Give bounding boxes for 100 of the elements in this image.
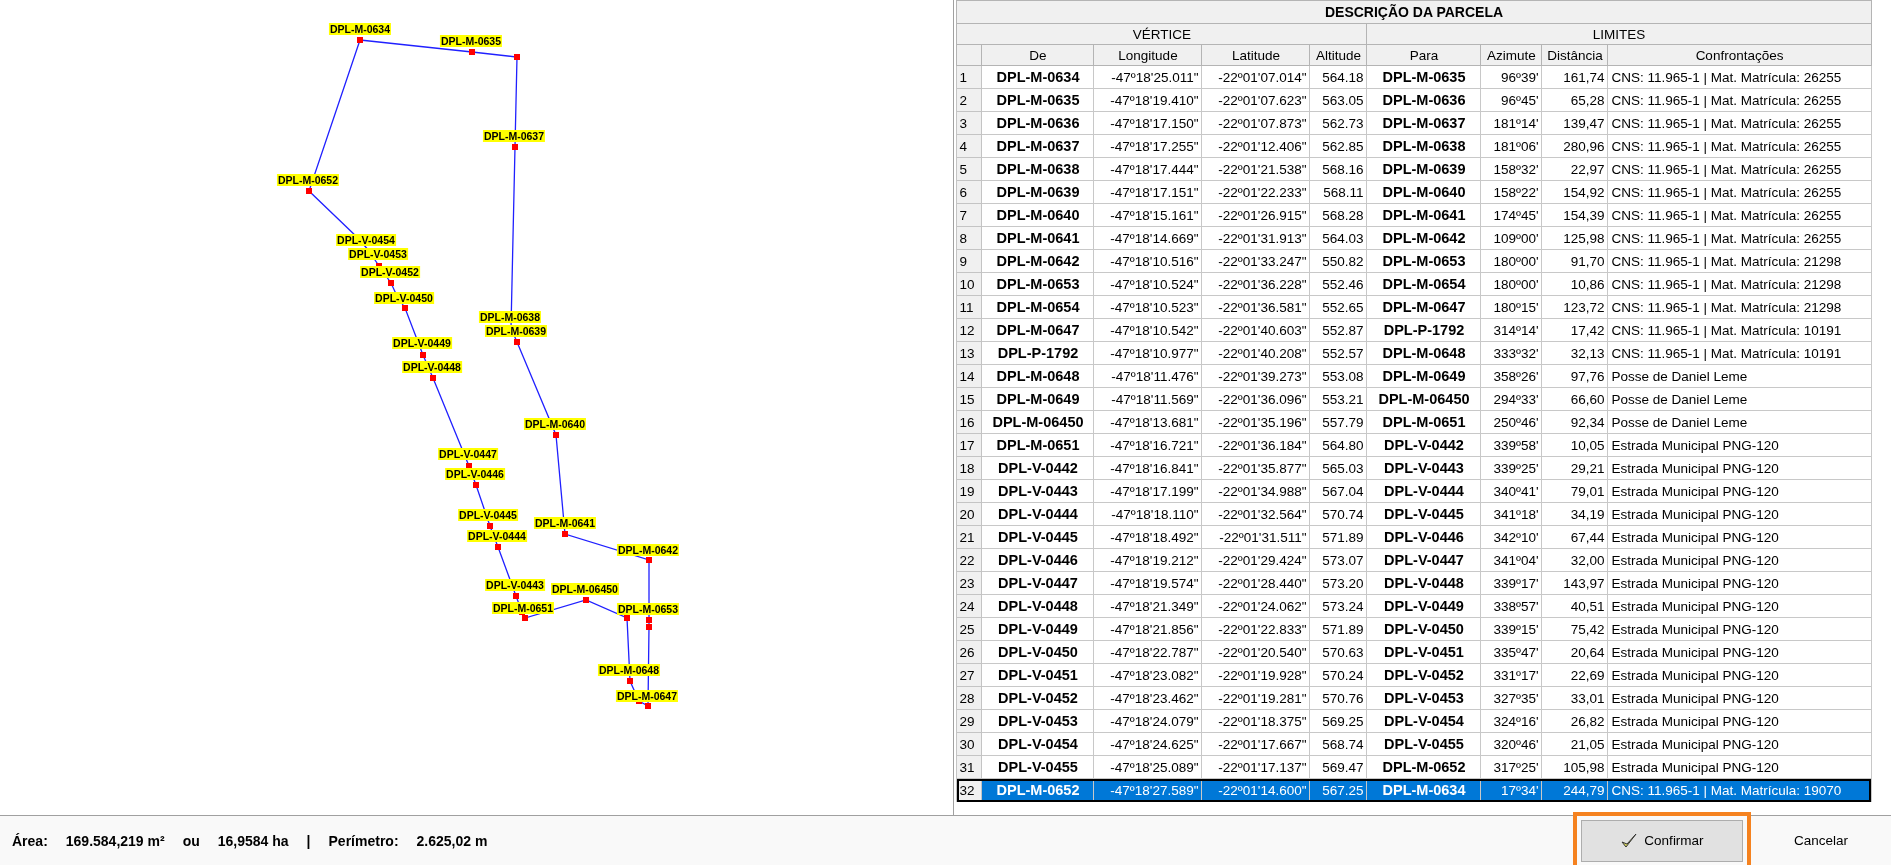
- table-row[interactable]: 21 DPL-V-0445 -47º18'18.492" -22º01'31.511" 571.89 DPL-V-0446 342º10' 67,44 Estrada Municipal PNG-120: [957, 525, 1872, 549]
- table-row[interactable]: 13 DPL-P-1792 -47º18'10.977" -22º01'40.208" 552.57 DPL-M-0648 333º32' 32,13 CNS: 11.965-1 | Mat. Matrícula: 10191: [957, 341, 1872, 365]
- table-cell: 125,98: [1542, 226, 1608, 250]
- table-cell: -22º01'22.233": [1202, 180, 1310, 204]
- table-row[interactable]: 18 DPL-V-0442 -47º18'16.841" -22º01'35.877" 565.03 DPL-V-0443 339º25' 29,21 Estrada Municipal PNG-120: [957, 456, 1872, 480]
- table-row[interactable]: 16 DPL-M-06450 -47º18'13.681" -22º01'35.196" 557.79 DPL-M-0651 250º46' 92,34 Posse de Daniel Leme: [957, 410, 1872, 434]
- row-number: 3: [957, 111, 982, 135]
- table-cell: DPL-M-0642: [982, 249, 1094, 273]
- table-cell: 327º35': [1481, 686, 1542, 710]
- table-cell: Estrada Municipal PNG-120: [1608, 525, 1872, 549]
- table-cell: 553.21: [1310, 387, 1367, 411]
- vertex-label: DPL-V-0452: [360, 266, 420, 278]
- vertex-label: DPL-M-0648: [597, 664, 661, 676]
- table-cell: 552.46: [1310, 272, 1367, 296]
- table-row[interactable]: 2 DPL-M-0635 -47º18'19.410" -22º01'07.623" 563.05 DPL-M-0636 96º45' 65,28 CNS: 11.965-1 | Mat. Matrícula: 26255: [957, 88, 1872, 112]
- row-number: 27: [957, 663, 982, 687]
- vertex-marker: [388, 280, 394, 286]
- table-row[interactable]: 22 DPL-V-0446 -47º18'19.212" -22º01'29.424" 573.07 DPL-V-0447 341º04' 32,00 Estrada Municipal PNG-120: [957, 548, 1872, 572]
- table-row[interactable]: 26 DPL-V-0450 -47º18'22.787" -22º01'20.540" 570.63 DPL-V-0451 335º47' 20,64 Estrada Municipal PNG-120: [957, 640, 1872, 664]
- table-row[interactable]: 1 DPL-M-0634 -47º18'25.011" -22º01'07.014" 564.18 DPL-M-0635 96º39' 161,74 CNS: 11.965-1 | Mat. Matrícula: 26255: [957, 65, 1872, 89]
- table-cell: -47º18'17.199": [1094, 479, 1202, 503]
- table-row[interactable]: 14 DPL-M-0648 -47º18'11.476" -22º01'39.273" 553.08 DPL-M-0649 358º26' 97,76 Posse de Daniel Leme: [957, 364, 1872, 388]
- table-cell: -22º01'12.406": [1202, 134, 1310, 158]
- table-cell: 65,28: [1542, 88, 1608, 112]
- vertex-label: DPL-V-0445: [458, 509, 518, 521]
- table-cell: Estrada Municipal PNG-120: [1608, 456, 1872, 480]
- table-cell: DPL-V-0450: [982, 640, 1094, 664]
- table-cell: -47º18'22.787": [1094, 640, 1202, 664]
- table-cell: Posse de Daniel Leme: [1608, 364, 1872, 388]
- vertex-label: DPL-V-0449: [392, 337, 452, 349]
- table-cell: 10,86: [1542, 272, 1608, 296]
- table-row[interactable]: 20 DPL-V-0444 -47º18'18.110" -22º01'32.564" 570.74 DPL-V-0445 341º18' 34,19 Estrada Municipal PNG-120: [957, 502, 1872, 526]
- table-cell: DPL-M-0638: [1367, 134, 1481, 158]
- table-row[interactable]: 28 DPL-V-0452 -47º18'23.462" -22º01'19.281" 570.76 DPL-V-0453 327º35' 33,01 Estrada Municipal PNG-120: [957, 686, 1872, 710]
- table-cell: -22º01'24.062": [1202, 594, 1310, 618]
- table-cell: Posse de Daniel Leme: [1608, 410, 1872, 434]
- vertex-label: DPL-V-0454: [336, 234, 396, 246]
- column-header[interactable]: Confrontações: [1608, 44, 1872, 66]
- table-cell: 552.65: [1310, 295, 1367, 319]
- table-cell: 158º32': [1481, 157, 1542, 181]
- vertex-label: DPL-V-0448: [402, 361, 462, 373]
- table-cell: 339º17': [1481, 571, 1542, 595]
- table-row[interactable]: 11 DPL-M-0654 -47º18'10.523" -22º01'36.581" 552.65 DPL-M-0647 180º15' 123,72 CNS: 11.965-1 | Mat. Matrícula: 21298: [957, 295, 1872, 319]
- table-cell: -47º18'23.082": [1094, 663, 1202, 687]
- table-row[interactable]: 29 DPL-V-0453 -47º18'24.079" -22º01'18.375" 569.25 DPL-V-0454 324º16' 26,82 Estrada Municipal PNG-120: [957, 709, 1872, 733]
- table-cell: DPL-P-1792: [982, 341, 1094, 365]
- row-number: 32: [957, 778, 982, 802]
- table-row[interactable]: 9 DPL-M-0642 -47º18'10.516" -22º01'33.247" 550.82 DPL-M-0653 180º00' 91,70 CNS: 11.965-1 | Mat. Matrícula: 21298: [957, 249, 1872, 273]
- table-row[interactable]: 6 DPL-M-0639 -47º18'17.151" -22º01'22.233" 568.11 DPL-M-0640 158º22' 154,92 CNS: 11.965-1 | Mat. Matrícula: 26255: [957, 180, 1872, 204]
- table-cell: 66,60: [1542, 387, 1608, 411]
- table-cell: DPL-M-0652: [1367, 755, 1481, 779]
- vertex-label: DPL-M-0653: [616, 603, 680, 615]
- table-cell: DPL-M-0654: [982, 295, 1094, 319]
- table-cell: 33,01: [1542, 686, 1608, 710]
- table-cell: Estrada Municipal PNG-120: [1608, 479, 1872, 503]
- table-cell: Estrada Municipal PNG-120: [1608, 502, 1872, 526]
- vertex-marker: [430, 375, 436, 381]
- table-cell: -22º01'22.833": [1202, 617, 1310, 641]
- table-cell: 338º57': [1481, 594, 1542, 618]
- table-row[interactable]: 4 DPL-M-0637 -47º18'17.255" -22º01'12.406" 562.85 DPL-M-0638 181º06' 280,96 CNS: 11.965-1 | Mat. Matrícula: 26255: [957, 134, 1872, 158]
- table-cell: 567.04: [1310, 479, 1367, 503]
- table-cell: -22º01'36.228": [1202, 272, 1310, 296]
- table-cell: 26,82: [1542, 709, 1608, 733]
- table-cell: DPL-M-0653: [1367, 249, 1481, 273]
- table-cell: DPL-V-0453: [1367, 686, 1481, 710]
- table-row[interactable]: 5 DPL-M-0638 -47º18'17.444" -22º01'21.538" 568.16 DPL-M-0639 158º32' 22,97 CNS: 11.965-1 | Mat. Matrícula: 26255: [957, 157, 1872, 181]
- column-group-header: LIMITES: [1367, 23, 1872, 45]
- table-cell: -22º01'34.988": [1202, 479, 1310, 503]
- table-row[interactable]: 7 DPL-M-0640 -47º18'15.161" -22º01'26.915" 568.28 DPL-M-0641 174º45' 154,39 CNS: 11.965-1 | Mat. Matrícula: 26255: [957, 203, 1872, 227]
- table-cell: 154,39: [1542, 203, 1608, 227]
- table-row[interactable]: 10 DPL-M-0653 -47º18'10.524" -22º01'36.228" 552.46 DPL-M-0654 180º00' 10,86 CNS: 11.965-1 | Mat. Matrícula: 21298: [957, 272, 1872, 296]
- table-cell: 34,19: [1542, 502, 1608, 526]
- vertex-marker: [513, 593, 519, 599]
- row-number: 22: [957, 548, 982, 572]
- table-cell: DPL-M-0651: [982, 433, 1094, 457]
- table-cell: -47º18'10.523": [1094, 295, 1202, 319]
- table-cell: -22º01'17.667": [1202, 732, 1310, 756]
- table-row[interactable]: 24 DPL-V-0448 -47º18'21.349" -22º01'24.062" 573.24 DPL-V-0449 338º57' 40,51 Estrada Municipal PNG-120: [957, 594, 1872, 618]
- table-row[interactable]: 23 DPL-V-0447 -47º18'19.574" -22º01'28.440" 573.20 DPL-V-0448 339º17' 143,97 Estrada Municipal PNG-120: [957, 571, 1872, 595]
- table-row[interactable]: 3 DPL-M-0636 -47º18'17.150" -22º01'07.873" 562.73 DPL-M-0637 181º14' 139,47 CNS: 11.965-1 | Mat. Matrícula: 26255: [957, 111, 1872, 135]
- table-cell: DPL-M-0641: [1367, 203, 1481, 227]
- table-row[interactable]: 30 DPL-V-0454 -47º18'24.625" -22º01'17.667" 568.74 DPL-V-0455 320º46' 21,05 Estrada Municipal PNG-120: [957, 732, 1872, 756]
- vertex-marker: [512, 144, 518, 150]
- row-number: 18: [957, 456, 982, 480]
- table-cell: CNS: 11.965-1 | Mat. Matrícula: 21298: [1608, 272, 1872, 296]
- table-row[interactable]: 12 DPL-M-0647 -47º18'10.542" -22º01'40.603" 552.87 DPL-P-1792 314º14' 17,42 CNS: 11.965-1 | Mat. Matrícula: 10191: [957, 318, 1872, 342]
- table-row[interactable]: 32 DPL-M-0652 -47º18'27.589" -22º01'14.600" 567.25 DPL-M-0634 17º34' 244,79 CNS: 11.965-1 | Mat. Matrícula: 19070: [957, 778, 1872, 802]
- table-cell: 181º14': [1481, 111, 1542, 135]
- table-row[interactable]: 8 DPL-M-0641 -47º18'14.669" -22º01'31.913" 564.03 DPL-M-0642 109º00' 125,98 CNS: 11.965-1 | Mat. Matrícula: 26255: [957, 226, 1872, 250]
- table-row[interactable]: 17 DPL-M-0651 -47º18'16.721" -22º01'36.184" 564.80 DPL-V-0442 339º58' 10,05 Estrada Municipal PNG-120: [957, 433, 1872, 457]
- table-row[interactable]: 31 DPL-V-0455 -47º18'25.089" -22º01'17.137" 569.47 DPL-M-0652 317º25' 105,98 Estrada Municipal PNG-120: [957, 755, 1872, 779]
- summary-value: 169.584,219 m²: [65, 832, 165, 849]
- table-row[interactable]: 25 DPL-V-0449 -47º18'21.856" -22º01'22.833" 571.89 DPL-V-0450 339º15' 75,42 Estrada Municipal PNG-120: [957, 617, 1872, 641]
- table-row[interactable]: 19 DPL-V-0443 -47º18'17.199" -22º01'34.988" 567.04 DPL-V-0444 340º41' 79,01 Estrada Municipal PNG-120: [957, 479, 1872, 503]
- table-cell: -22º01'18.375": [1202, 709, 1310, 733]
- table-cell: 154,92: [1542, 180, 1608, 204]
- row-number: 4: [957, 134, 982, 158]
- table-row[interactable]: 27 DPL-V-0451 -47º18'23.082" -22º01'19.928" 570.24 DPL-V-0452 331º17' 22,69 Estrada Municipal PNG-120: [957, 663, 1872, 687]
- table-row[interactable]: 15 DPL-M-0649 -47º18'11.569" -22º01'36.096" 553.21 DPL-M-06450 294º33' 66,60 Posse de Daniel Leme: [957, 387, 1872, 411]
- table-cell: Estrada Municipal PNG-120: [1608, 594, 1872, 618]
